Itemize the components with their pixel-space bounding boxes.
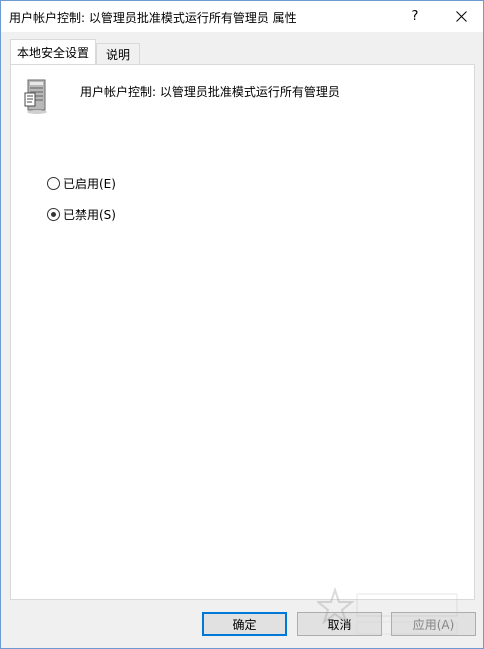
option-disabled[interactable]: 已禁用(S) bbox=[47, 206, 116, 223]
tab-panel: 用户帐户控制: 以管理员批准模式运行所有管理员 已启用(E) 已禁用(S) bbox=[10, 64, 475, 600]
option-enabled-label: 已启用(E) bbox=[63, 177, 116, 191]
title-bar[interactable]: 用户帐户控制: 以管理员批准模式运行所有管理员 属性 ? bbox=[1, 1, 483, 32]
close-icon bbox=[455, 11, 467, 22]
tab-local-security-setting[interactable]: 本地安全设置 bbox=[10, 39, 96, 64]
tab-explain[interactable]: 说明 bbox=[96, 43, 140, 64]
ok-button[interactable]: 确定 bbox=[202, 612, 287, 636]
cancel-button[interactable]: 取消 bbox=[297, 612, 382, 636]
server-policy-icon bbox=[24, 79, 47, 114]
properties-dialog: 用户帐户控制: 以管理员批准模式运行所有管理员 属性 ? 本地安全设置 说明 用… bbox=[0, 0, 484, 649]
radio-disabled[interactable] bbox=[47, 208, 60, 221]
apply-button[interactable]: 应用(A) bbox=[391, 612, 476, 636]
window-title: 用户帐户控制: 以管理员批准模式运行所有管理员 属性 bbox=[9, 11, 297, 25]
close-button[interactable] bbox=[441, 1, 481, 32]
option-enabled[interactable]: 已启用(E) bbox=[47, 175, 116, 192]
policy-name: 用户帐户控制: 以管理员批准模式运行所有管理员 bbox=[80, 85, 340, 99]
radio-enabled[interactable] bbox=[47, 177, 60, 190]
help-button[interactable]: ? bbox=[395, 1, 435, 32]
option-disabled-label: 已禁用(S) bbox=[63, 208, 116, 222]
